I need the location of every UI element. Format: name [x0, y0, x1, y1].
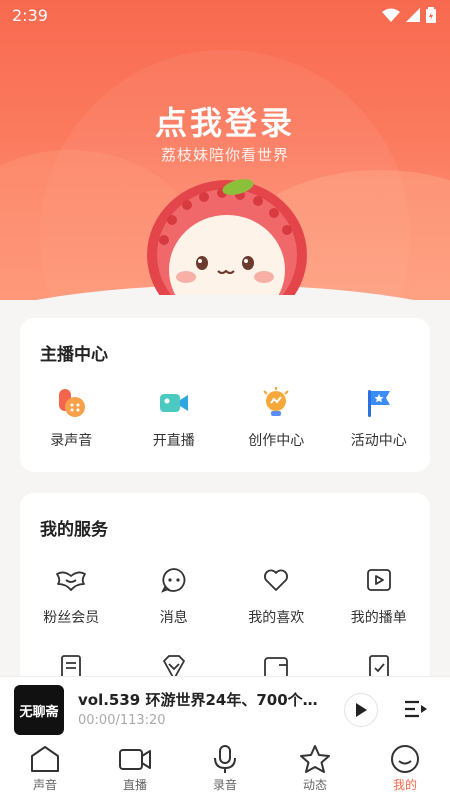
- my-playlists-button[interactable]: 我的播单: [328, 563, 431, 627]
- start-live-label: 开直播: [152, 433, 195, 449]
- mascot-illustration: [147, 179, 307, 295]
- nav-item-live[interactable]: 直播: [90, 740, 180, 800]
- playlist-queue-button[interactable]: [404, 699, 428, 723]
- signal-icon: [406, 8, 420, 22]
- nav-label: 录音: [212, 778, 237, 792]
- play-icon: [356, 703, 367, 717]
- home-icon: [31, 746, 59, 772]
- wifi-icon: [382, 8, 400, 22]
- activity-center-label: 活动中心: [350, 433, 407, 449]
- login-subtitle: 荔枝妹陪你看世界: [160, 146, 289, 164]
- nav-item-mine[interactable]: 我的: [360, 740, 450, 800]
- message-icon: [160, 568, 186, 593]
- heart-icon: [264, 569, 289, 591]
- track-time: 00:00/113:20: [78, 713, 166, 728]
- fan-member-icon: [56, 571, 87, 591]
- lightbulb-icon: [263, 387, 289, 416]
- nav-item-feed[interactable]: 动态: [270, 740, 360, 800]
- messages-label: 消息: [159, 610, 188, 626]
- album-cover-text: 无聊斋: [19, 704, 59, 720]
- video-icon: [119, 749, 151, 770]
- nav-label: 我的: [392, 778, 417, 792]
- flag-icon: [367, 390, 390, 417]
- my-playlists-label: 我的播单: [350, 610, 407, 626]
- start-live-button[interactable]: 开直播: [123, 386, 226, 450]
- activity-center-button[interactable]: 活动中心: [328, 386, 431, 450]
- creation-center-button[interactable]: 创作中心: [225, 386, 328, 450]
- play-button[interactable]: [344, 693, 378, 727]
- queue-list-icon: [405, 700, 427, 718]
- login-title[interactable]: 点我登录: [0, 98, 450, 144]
- microphone-icon: [214, 745, 236, 773]
- track-title: vol.539 环游世界24年、700个目...: [78, 691, 328, 709]
- nav-item-record[interactable]: 录音: [180, 740, 270, 800]
- my-likes-button[interactable]: 我的喜欢: [225, 563, 328, 627]
- record-voice-button[interactable]: 录声音: [20, 386, 123, 450]
- nav-label: 动态: [302, 778, 327, 792]
- battery-icon: [426, 7, 436, 23]
- record-voice-label: 录声音: [50, 433, 93, 449]
- bottom-nav: 声音 直播 录音 动态 我的: [0, 740, 450, 800]
- fan-member-label: 粉丝会员: [43, 610, 100, 626]
- fan-member-button[interactable]: 粉丝会员: [20, 563, 123, 627]
- record-voice-icon: [59, 389, 86, 417]
- album-cover[interactable]: 无聊斋: [14, 685, 64, 735]
- nav-label: 直播: [122, 778, 147, 792]
- status-bar: 2:39: [0, 0, 450, 32]
- mini-player[interactable]: 无聊斋 vol.539 环游世界24年、700个目... 00:00/113:2…: [0, 676, 450, 740]
- my-likes-label: 我的喜欢: [248, 610, 305, 626]
- messages-button[interactable]: 消息: [123, 563, 226, 627]
- star-icon: [300, 745, 330, 773]
- profile-icon: [391, 745, 419, 773]
- playlist-icon: [366, 569, 391, 591]
- status-time: 2:39: [12, 6, 48, 25]
- creation-center-label: 创作中心: [248, 433, 305, 449]
- card-title: 主播中心: [40, 345, 108, 365]
- card-title: 我的服务: [40, 520, 108, 540]
- anchor-center-card: 主播中心 录声音 开直播 创作中心 活动中心: [20, 318, 430, 472]
- nav-item-sounds[interactable]: 声音: [0, 740, 90, 800]
- live-camera-icon: [159, 394, 188, 412]
- nav-label: 声音: [32, 778, 57, 792]
